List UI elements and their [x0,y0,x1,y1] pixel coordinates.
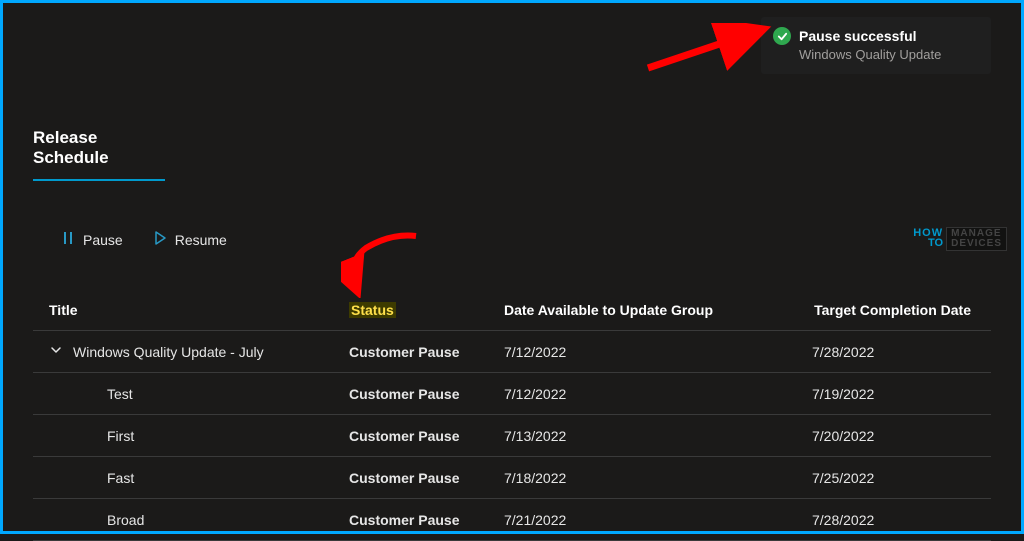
success-check-icon [773,27,791,45]
row-available: 7/13/2022 [504,428,804,444]
watermark-devices: DEVICES [951,239,1002,249]
chevron-down-icon[interactable] [49,343,63,360]
table-row[interactable]: Windows Quality Update - July Customer P… [33,331,991,373]
table-header-row: Title Status Date Available to Update Gr… [33,289,991,331]
row-title: Windows Quality Update - July [73,344,264,360]
watermark-to: TO [928,239,943,249]
row-available: 7/12/2022 [504,344,804,360]
section-title: Release Schedule [33,128,165,181]
row-status: Customer Pause [349,386,504,402]
row-target: 7/25/2022 [804,470,975,486]
table-row[interactable]: First Customer Pause 7/13/2022 7/20/2022 [33,415,991,457]
header-status[interactable]: Status [349,302,504,318]
resume-button[interactable]: Resume [147,226,233,253]
table-row[interactable]: Broad Customer Pause 7/21/2022 7/28/2022 [33,499,991,541]
row-target: 7/19/2022 [804,386,975,402]
play-icon [153,230,167,249]
pause-label: Pause [83,232,123,248]
resume-label: Resume [175,232,227,248]
row-title: Test [49,386,133,402]
toast-notification: Pause successful Windows Quality Update [761,17,991,74]
toast-title: Pause successful [799,28,917,44]
row-title: Fast [49,470,134,486]
release-table: Title Status Date Available to Update Gr… [33,289,991,541]
row-title: Broad [49,512,144,528]
row-target: 7/28/2022 [804,512,975,528]
row-available: 7/18/2022 [504,470,804,486]
header-date-available[interactable]: Date Available to Update Group [504,302,804,318]
row-status: Customer Pause [349,344,504,360]
row-status: Customer Pause [349,470,504,486]
pause-icon [61,230,75,249]
toast-subtitle: Windows Quality Update [799,47,975,62]
watermark-logo: HOW TO MANAGE DEVICES [913,227,1007,251]
row-available: 7/12/2022 [504,386,804,402]
table-row[interactable]: Fast Customer Pause 7/18/2022 7/25/2022 [33,457,991,499]
table-row[interactable]: Test Customer Pause 7/12/2022 7/19/2022 [33,373,991,415]
row-target: 7/20/2022 [804,428,975,444]
row-available: 7/21/2022 [504,512,804,528]
header-target-completion[interactable]: Target Completion Date [804,302,975,318]
row-target: 7/28/2022 [804,344,975,360]
row-status: Customer Pause [349,512,504,528]
pause-button[interactable]: Pause [55,226,129,253]
row-title: First [49,428,134,444]
header-title[interactable]: Title [49,302,349,318]
row-status: Customer Pause [349,428,504,444]
